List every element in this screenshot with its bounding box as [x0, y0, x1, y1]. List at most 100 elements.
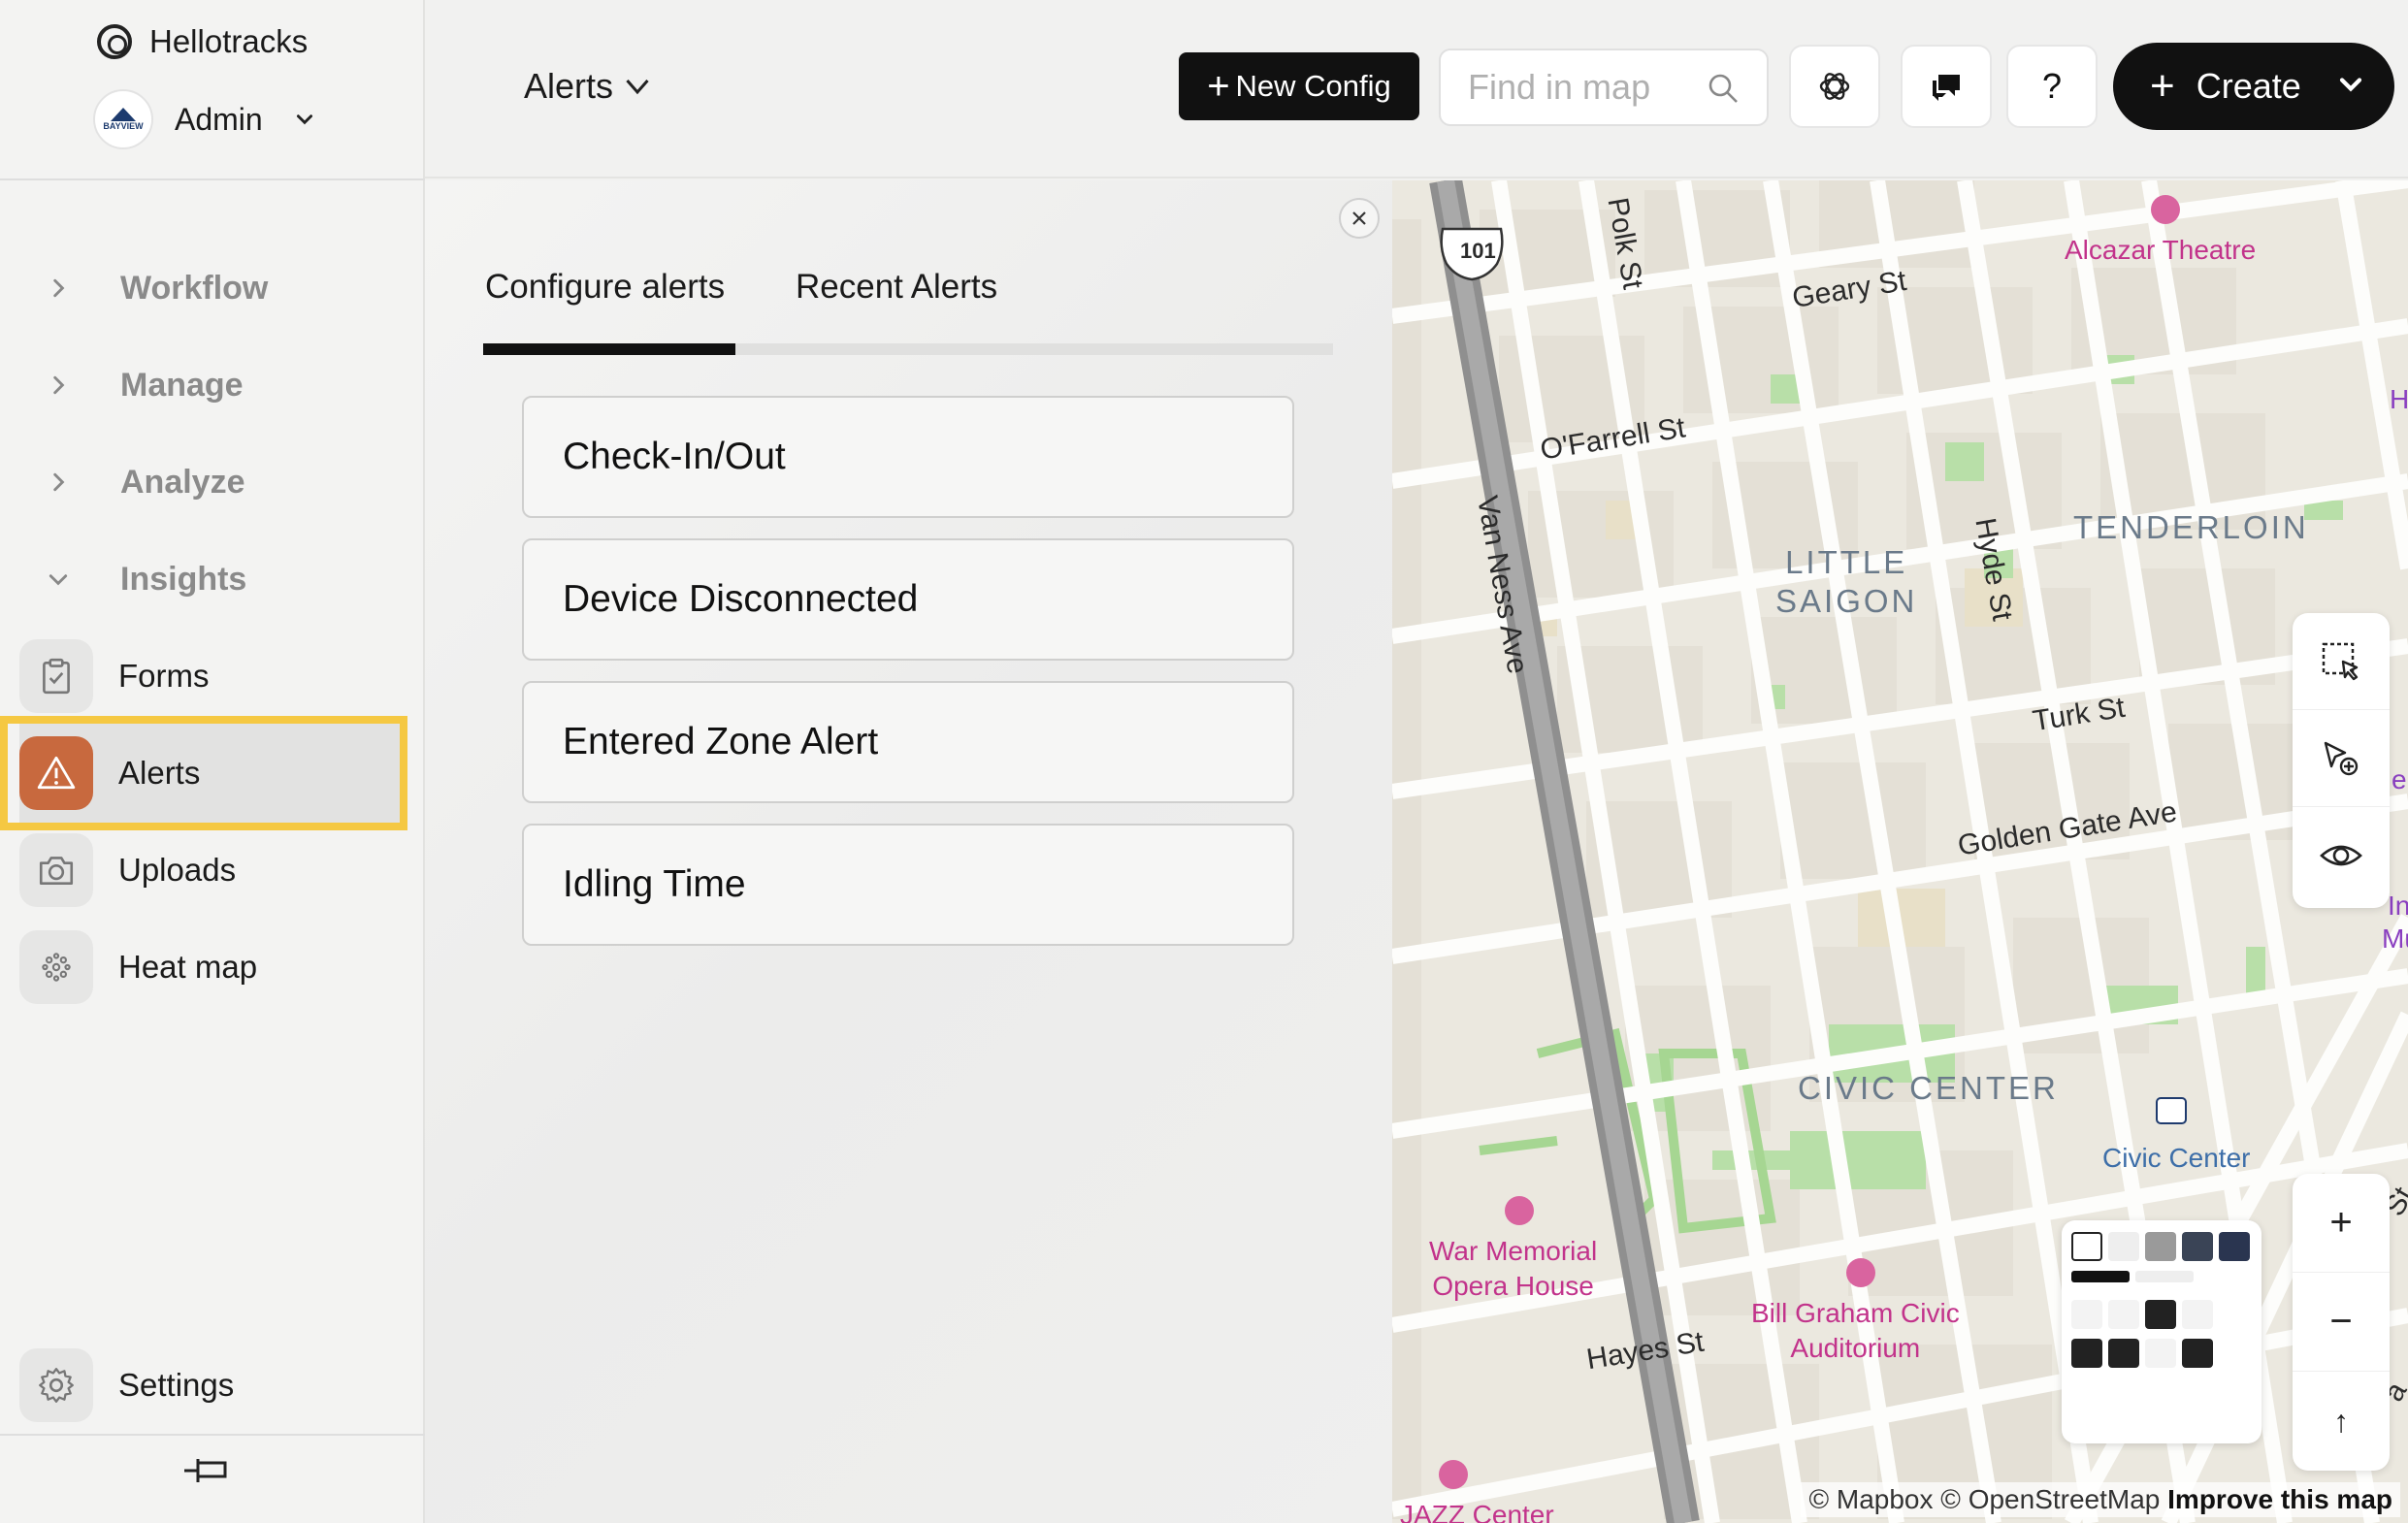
- sidebar-item-uploads[interactable]: Uploads: [19, 829, 406, 911]
- layers-preview-row: [2071, 1300, 2252, 1329]
- avatar-text: BAYVIEW: [103, 121, 144, 131]
- tab-track: [483, 343, 1333, 355]
- pin-sidebar-icon[interactable]: [182, 1451, 231, 1490]
- nav-group-label: Insights: [120, 560, 247, 598]
- gear-icon: [19, 1348, 93, 1422]
- alert-card-device-disconnected[interactable]: Device Disconnected: [522, 538, 1294, 661]
- chevron-right-icon: [0, 277, 116, 299]
- reset-north-button[interactable]: ↑: [2293, 1372, 2390, 1471]
- layer-thumb: [2108, 1300, 2139, 1329]
- layer-thumb: [2145, 1300, 2176, 1329]
- zoom-controls: + − ↑: [2293, 1174, 2390, 1471]
- layer-thumb: [2182, 1232, 2213, 1261]
- poi-label: Bill Graham Civic Auditorium: [1751, 1298, 1960, 1363]
- clipboard-icon: [19, 639, 93, 713]
- create-button[interactable]: + Create: [2113, 43, 2394, 130]
- improve-map-link[interactable]: Improve this map: [2167, 1484, 2392, 1514]
- sidebar-item-label: Settings: [118, 1367, 235, 1403]
- chevron-right-icon: [0, 471, 116, 493]
- tab-configure-alerts[interactable]: Configure alerts: [485, 268, 725, 307]
- mapbox-link[interactable]: © Mapbox: [1808, 1484, 1933, 1514]
- sidebar-item-alerts[interactable]: Alerts: [0, 716, 407, 830]
- layer-thumb: [2108, 1339, 2139, 1368]
- close-panel-button[interactable]: [1339, 198, 1380, 239]
- sidebar-divider: [0, 178, 425, 180]
- zoom-in-button[interactable]: +: [2293, 1174, 2390, 1273]
- tab-indicator: [483, 343, 735, 355]
- sidebar-item-label: Forms: [118, 658, 210, 694]
- new-config-button[interactable]: + New Config: [1179, 52, 1419, 120]
- search-icon: [1708, 74, 1738, 103]
- account-switcher[interactable]: BAYVIEW Admin: [93, 89, 315, 149]
- highway-shield-label: 101: [1460, 239, 1496, 263]
- layer-thumb: [2071, 1300, 2102, 1329]
- layers-preview-row: [2071, 1271, 2252, 1282]
- sidebar-item-heat-map[interactable]: Heat map: [19, 926, 406, 1008]
- layer-thumb: [2071, 1339, 2102, 1368]
- top-bar: Alerts + New Config Find in map ? + Crea…: [425, 0, 2408, 178]
- layer-toggle: [2071, 1271, 2130, 1282]
- nav-group-insights[interactable]: Insights: [0, 545, 425, 613]
- chevron-down-icon[interactable]: [2336, 70, 2365, 99]
- new-config-label: New Config: [1235, 69, 1391, 103]
- avatar-roof-icon: [111, 108, 136, 121]
- tab-recent-alerts[interactable]: Recent Alerts: [796, 268, 997, 307]
- alert-card-check-in-out[interactable]: Check-In/Out: [522, 396, 1294, 518]
- edge-label: er: [2392, 764, 2408, 794]
- alerts-tabs: Configure alerts Recent Alerts: [483, 268, 1333, 345]
- ai-assistant-button[interactable]: [1789, 45, 1880, 128]
- osm-link[interactable]: © OpenStreetMap: [1940, 1484, 2160, 1514]
- sidebar-item-label: Uploads: [118, 852, 237, 888]
- openai-icon: [1819, 73, 1850, 100]
- poi-label: Alcazar Theatre: [2065, 235, 2257, 265]
- avatar: BAYVIEW: [93, 89, 153, 149]
- find-in-map-search[interactable]: Find in map: [1439, 49, 1769, 126]
- transit-label: Civic Center: [2102, 1143, 2251, 1173]
- sidebar-divider: [0, 1434, 425, 1436]
- layer-thumb: [2145, 1339, 2176, 1368]
- close-icon: [1352, 211, 1366, 225]
- add-point-icon: [2324, 741, 2359, 775]
- page-title-dropdown[interactable]: Alerts: [524, 66, 652, 107]
- chevron-right-icon: [0, 374, 116, 396]
- brand[interactable]: Hellotracks: [97, 23, 308, 60]
- add-point-button[interactable]: [2293, 710, 2390, 807]
- map-layers-preview[interactable]: [2062, 1220, 2262, 1443]
- hellotracks-logo-icon: [97, 24, 132, 59]
- nav-group-workflow[interactable]: Workflow: [0, 254, 425, 322]
- map-view[interactable]: 101 Polk St Geary St O'Farrell St Van Ne…: [1392, 180, 2408, 1523]
- sidebar-item-settings[interactable]: Settings: [19, 1345, 406, 1426]
- chevron-down-icon: [0, 568, 116, 590]
- edge-label: In: [2388, 891, 2408, 921]
- layer-thumb: [2071, 1232, 2102, 1261]
- layer-thumb: [2145, 1232, 2176, 1261]
- sidebar-item-forms[interactable]: Forms: [19, 635, 406, 717]
- nav-group-analyze[interactable]: Analyze: [0, 448, 425, 516]
- alert-card-idling-time[interactable]: Idling Time: [522, 824, 1294, 946]
- messages-button[interactable]: [1901, 45, 1992, 128]
- layers-preview-row: [2071, 1339, 2252, 1368]
- warning-icon: [19, 736, 93, 810]
- poi-label: War Memorial Opera House: [1429, 1236, 1598, 1301]
- edge-label: H: [2390, 384, 2408, 414]
- map-tools: [2293, 613, 2390, 908]
- select-area-button[interactable]: [2293, 613, 2390, 710]
- edge-label: Mus: [2382, 924, 2408, 954]
- page-title: Alerts: [524, 66, 614, 106]
- nav-group-label: Workflow: [120, 269, 269, 307]
- layer-thumb: [2182, 1339, 2213, 1368]
- brand-name: Hellotracks: [149, 23, 309, 59]
- create-label: Create: [2196, 66, 2301, 106]
- sidebar-item-label: Heat map: [118, 949, 258, 985]
- district-label: LITTLE SAIGON: [1775, 544, 1918, 619]
- camera-icon: [19, 833, 93, 907]
- sidebar-item-label: Alerts: [118, 755, 201, 791]
- visibility-button[interactable]: [2293, 807, 2390, 904]
- zoom-out-button[interactable]: −: [2293, 1273, 2390, 1372]
- nav-group-label: Manage: [120, 366, 244, 404]
- layer-thumb: [2219, 1232, 2250, 1261]
- help-icon: ?: [2041, 66, 2063, 106]
- nav-group-manage[interactable]: Manage: [0, 351, 425, 419]
- help-button[interactable]: ?: [2006, 45, 2098, 128]
- alert-card-entered-zone[interactable]: Entered Zone Alert: [522, 681, 1294, 803]
